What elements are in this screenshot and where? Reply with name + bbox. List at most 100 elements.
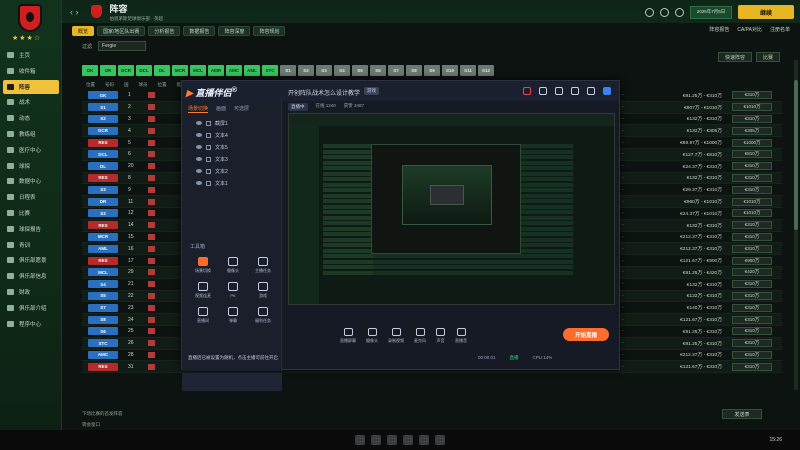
tab-2[interactable]: 分析报告 [148, 26, 181, 36]
stream-control[interactable]: 直播屏幕 [340, 328, 356, 344]
layer-item[interactable]: 文本1 [182, 177, 281, 189]
search-icon[interactable] [645, 7, 654, 17]
column-header[interactable]: 位置 [86, 82, 95, 90]
position-badge[interactable]: S1 [88, 103, 118, 112]
right-tab-2[interactable]: 注册名单 [770, 26, 790, 33]
stream-control[interactable]: 麦克风 [414, 328, 426, 344]
contract-button[interactable]: €310万 [732, 91, 772, 100]
position-chip[interactable]: S4 [334, 65, 350, 76]
visibility-eye-icon[interactable] [196, 133, 202, 137]
scene-tab[interactable]: 场景切换 [188, 105, 209, 113]
tab-5[interactable]: 阵容规划 [253, 26, 286, 36]
toolbox-tool[interactable]: 弹幕 [218, 307, 248, 324]
sidebar-item[interactable]: 主页 [3, 48, 59, 62]
position-badge[interactable]: DCL [88, 150, 118, 159]
position-badge[interactable]: MCL [88, 268, 118, 277]
contract-button[interactable]: €1010万 [732, 209, 772, 218]
column-header[interactable]: 球员 [139, 82, 148, 90]
position-chip[interactable]: S11 [460, 65, 476, 76]
contract-button[interactable]: €310万 [732, 327, 772, 336]
club-crest-logo[interactable] [18, 4, 42, 32]
layer-item[interactable]: 文本2 [182, 165, 281, 177]
sidebar-item[interactable]: 收件箱 [3, 64, 59, 78]
contract-button[interactable]: €1010万 [732, 197, 772, 206]
stream-control[interactable]: 摄像头 [366, 328, 378, 344]
start-live-button[interactable]: 开始直播 [563, 328, 609, 341]
share-icon[interactable] [603, 87, 611, 95]
sidebar-item[interactable]: 战术 [3, 95, 59, 109]
contract-button[interactable]: €310万 [732, 362, 772, 371]
contract-button[interactable]: €310万 [732, 232, 772, 241]
position-badge[interactable]: S5 [88, 291, 118, 300]
toolbox-tool[interactable]: 福利任务 [248, 307, 278, 324]
position-badge[interactable]: S3 [88, 209, 118, 218]
position-chip[interactable]: DCR [118, 65, 134, 76]
visibility-eye-icon[interactable] [196, 169, 202, 173]
position-chip[interactable]: S8 [406, 65, 422, 76]
toolbox-tool[interactable]: 直播间 [188, 307, 218, 324]
chat-icon[interactable] [539, 87, 547, 95]
right-tab-1[interactable]: CA/PA对比 [737, 26, 762, 33]
browser-icon[interactable] [403, 435, 413, 445]
start-menu-icon[interactable] [355, 435, 365, 445]
layer-item[interactable]: 文本3 [182, 153, 281, 165]
contract-button[interactable]: €310万 [732, 291, 772, 300]
position-badge[interactable]: S6 [88, 327, 118, 336]
position-badge[interactable]: DCR [88, 126, 118, 135]
sidebar-item[interactable]: 程序中心 [3, 317, 59, 331]
toolbox-tool[interactable]: PK [218, 282, 248, 299]
column-header[interactable]: 号码 [105, 82, 114, 90]
position-chip[interactable]: S12 [478, 65, 494, 76]
contract-button[interactable]: €1010万 [732, 103, 772, 112]
table-scrollbar[interactable] [794, 60, 798, 390]
position-chip[interactable]: S1 [280, 65, 296, 76]
toolbox-tool[interactable]: 摄像头 [218, 257, 248, 274]
position-badge[interactable]: RES [88, 362, 118, 371]
stream-title[interactable]: 开创阵队战术怎么设计教学 [288, 88, 360, 97]
sidebar-item[interactable]: 比赛 [3, 206, 59, 220]
toolbox-tool[interactable]: 游戏 [248, 282, 278, 299]
visibility-eye-icon[interactable] [196, 157, 202, 161]
tab-0[interactable]: 概览 [72, 26, 95, 36]
contract-button[interactable]: €420万 [732, 268, 772, 277]
view-select[interactable]: Fergie [98, 41, 147, 51]
stream-category-tag[interactable]: 游戏 [364, 87, 379, 95]
scene-tab[interactable]: 画面 [216, 105, 226, 113]
stream-control[interactable]: 录制视频 [388, 328, 404, 344]
stream-control[interactable]: 声音 [436, 328, 445, 344]
sidebar-item[interactable]: 阵容 [3, 79, 59, 94]
column-header[interactable]: 国 [124, 82, 129, 90]
position-chip[interactable]: S2 [298, 65, 314, 76]
contract-button[interactable]: €310万 [732, 315, 772, 324]
position-chip[interactable]: AML [244, 65, 260, 76]
position-badge[interactable]: RES [88, 173, 118, 182]
position-badge[interactable]: S8 [88, 315, 118, 324]
view-control-button[interactable]: 比赛 [755, 52, 780, 62]
position-chip[interactable]: AMC [226, 65, 242, 76]
toolbox-tool[interactable]: 主播任务 [248, 257, 278, 274]
sidebar-item[interactable]: 俱乐部信息 [3, 269, 59, 283]
contract-button[interactable]: €310万 [732, 162, 772, 171]
position-badge[interactable]: S4 [88, 280, 118, 289]
tab-4[interactable]: 阵容深度 [218, 26, 251, 36]
position-badge[interactable]: GK [88, 91, 118, 100]
settings-gear-icon[interactable] [660, 7, 669, 17]
contract-button[interactable]: €310万 [732, 221, 772, 230]
position-badge[interactable]: STC [88, 339, 118, 348]
sidebar-item[interactable]: 财政 [3, 285, 59, 299]
scene-tab[interactable]: 可选层 [234, 105, 249, 113]
record-icon[interactable] [523, 87, 531, 95]
contract-button[interactable]: €310万 [732, 244, 772, 253]
position-badge[interactable]: S3 [88, 185, 118, 194]
continue-button[interactable]: 继续 [738, 5, 794, 19]
gift-icon[interactable] [555, 87, 563, 95]
visibility-eye-icon[interactable] [196, 145, 202, 149]
position-chip[interactable]: MCR [172, 65, 188, 76]
position-chip[interactable]: GK [82, 65, 98, 76]
contract-button[interactable]: €310万 [732, 280, 772, 289]
contract-button[interactable]: €310万 [732, 303, 772, 312]
visibility-eye-icon[interactable] [196, 181, 202, 185]
sidebar-item[interactable]: 医疗中心 [3, 143, 59, 157]
position-chip[interactable]: S5 [352, 65, 368, 76]
position-chip[interactable]: S3 [316, 65, 332, 76]
